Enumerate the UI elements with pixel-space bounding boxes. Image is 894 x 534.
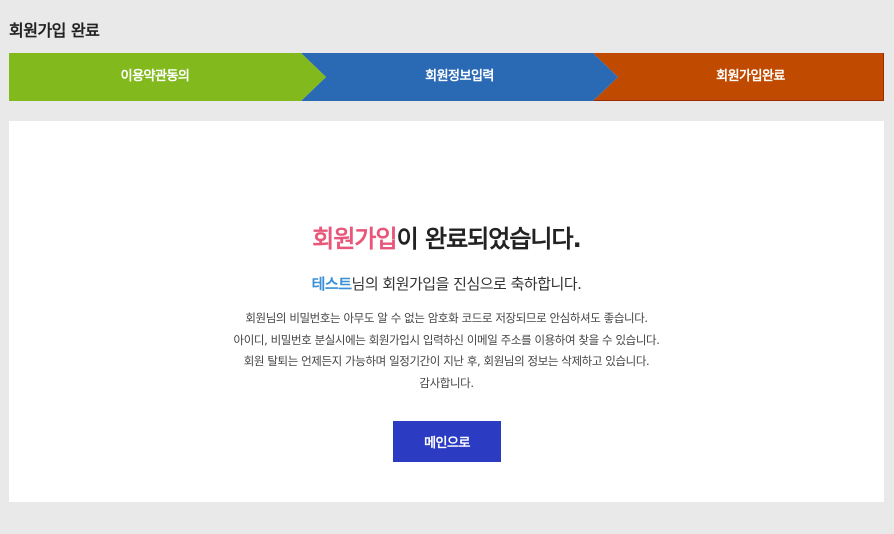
step-terms-agreement: 이용약관동의 <box>9 53 326 101</box>
note-line: 아이디, 비밀번호 분실시에는 회원가입시 입력하신 이메일 주소를 이용하여 … <box>233 332 660 347</box>
step-label: 이용약관동의 <box>120 69 190 84</box>
congrats-message: 테스트님의 회원가입을 진심으로 축하합니다. <box>9 273 884 294</box>
signup-steps: 이용약관동의 회원정보입력 회원가입완료 <box>9 53 884 101</box>
step-member-info: 회원정보입력 <box>301 53 618 101</box>
main-page-button[interactable]: 메인으로 <box>393 421 501 462</box>
completion-headline: 회원가입이 완료되었습니다. <box>9 219 884 254</box>
headline-accent: 회원가입 <box>312 225 397 253</box>
username: 테스트 <box>311 275 352 293</box>
note-line: 감사합니다. <box>419 375 474 390</box>
note-line: 회원님의 비밀번호는 아무도 알 수 없는 암호화 코드로 저장되므로 안심하셔… <box>245 311 648 325</box>
step-label: 회원정보입력 <box>425 69 494 84</box>
headline-rest: 이 완료되었습니다. <box>396 225 582 253</box>
completion-panel: 회원가입이 완료되었습니다. 테스트님의 회원가입을 진심으로 축하합니다. 회… <box>9 121 884 502</box>
step-label: 회원가입완료 <box>716 69 785 84</box>
note-line: 회원 탈퇴는 언제든지 가능하며 일정기간이 지난 후, 회원님의 정보는 삭제… <box>243 354 650 368</box>
page-title: 회원가입 완료 <box>9 21 100 40</box>
step-signup-complete: 회원가입완료 <box>593 53 884 101</box>
congrats-rest: 님의 회원가입을 진심으로 축하합니다. <box>351 275 582 293</box>
info-notes: 회원님의 비밀번호는 아무도 알 수 없는 암호화 코드로 저장되므로 안심하셔… <box>9 308 884 394</box>
